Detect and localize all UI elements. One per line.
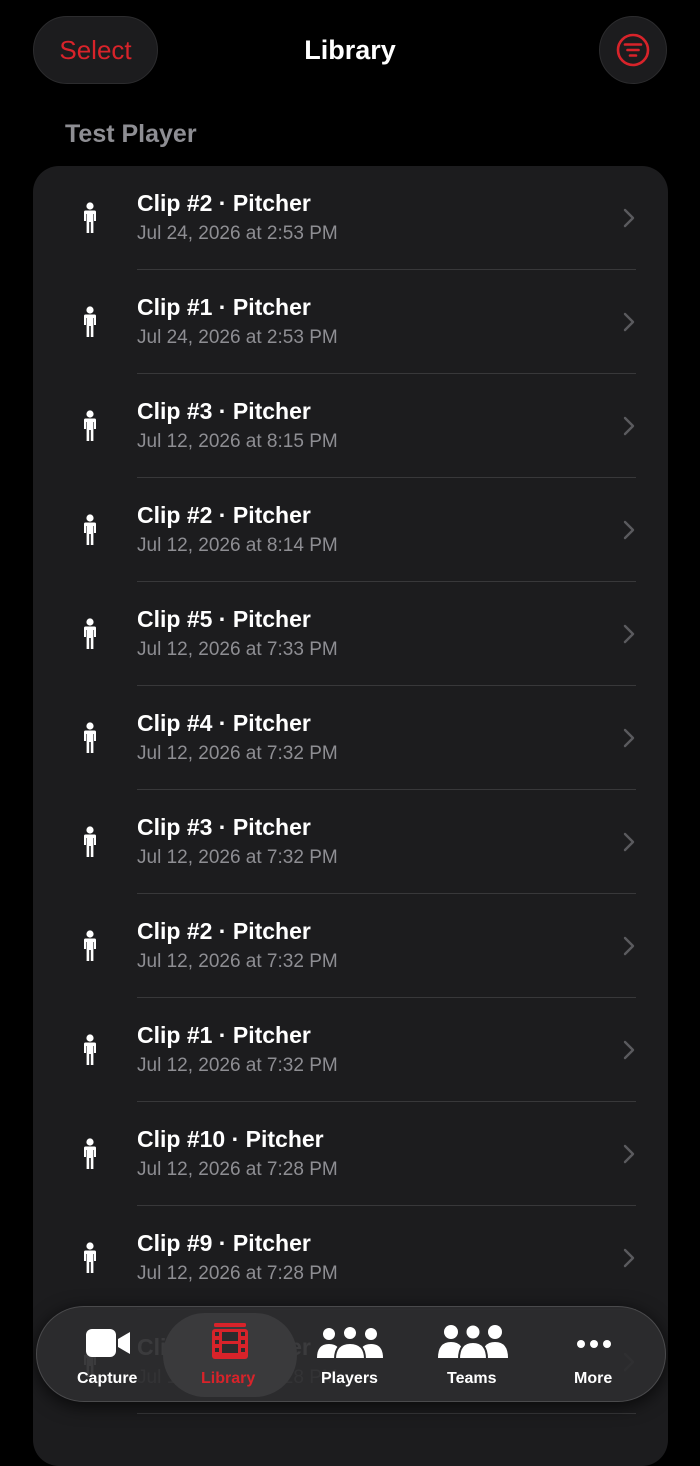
chevron-right-icon (623, 416, 635, 436)
chevron-right-icon (623, 1248, 635, 1268)
tab-more-label: More (574, 1370, 613, 1387)
filter-button[interactable] (599, 16, 667, 84)
clip-list-item[interactable]: Clip #5 · Pitcher Jul 12, 2026 at 7:33 PM (33, 582, 668, 686)
clip-list-item[interactable]: Clip #10 · Pitcher Jul 12, 2026 at 7:28 P… (33, 1102, 668, 1206)
filter-icon (616, 33, 650, 67)
chevron-right-icon (623, 936, 635, 956)
person-standing-icon (84, 514, 96, 545)
chevron-right-icon (623, 1144, 635, 1164)
clip-title: Clip #10 · Pitcher (137, 1126, 324, 1152)
clip-list-item[interactable]: Clip #2 · Pitcher Jul 12, 2026 at 8:14 PM (33, 478, 668, 582)
clip-date: Jul 12, 2026 at 7:32 PM (137, 951, 338, 972)
tab-library-label: Library (201, 1370, 256, 1387)
clip-title: Clip #5 · Pitcher (137, 606, 311, 632)
page-title: Library (304, 35, 396, 65)
clip-list-item[interactable]: Clip #4 · Pitcher Jul 12, 2026 at 7:32 PM (33, 686, 668, 790)
clip-title: Clip #2 · Pitcher (137, 190, 311, 216)
navigation-bar: Select Library (0, 0, 700, 100)
clip-title: Clip #1 · Pitcher (137, 1022, 311, 1048)
clip-title: Clip #4 · Pitcher (137, 710, 311, 736)
chevron-right-icon (623, 520, 635, 540)
chevron-right-icon (623, 208, 635, 228)
tab-more[interactable]: More (561, 1307, 627, 1401)
chevron-right-icon (623, 312, 635, 332)
clip-date: Jul 24, 2026 at 2:53 PM (137, 327, 338, 348)
person-standing-icon (84, 722, 96, 753)
clip-title: Clip #3 · Pitcher (137, 398, 311, 424)
tab-capture[interactable]: Capture (67, 1307, 149, 1401)
clip-date: Jul 12, 2026 at 7:28 PM (137, 1159, 338, 1180)
person-standing-icon (84, 930, 96, 961)
chevron-right-icon (623, 1040, 635, 1060)
clip-list-item[interactable]: Clip #2 · Pitcher Jul 12, 2026 at 7:32 PM (33, 894, 668, 998)
chevron-right-icon (623, 728, 635, 748)
tab-players-label: Players (321, 1370, 378, 1387)
person-standing-icon (84, 306, 96, 337)
tab-players[interactable]: Players (307, 1307, 393, 1401)
chevron-right-icon (623, 832, 635, 852)
row-separator (137, 1413, 636, 1414)
clip-list-item[interactable]: Clip #3 · Pitcher Jul 12, 2026 at 8:15 PM (33, 374, 668, 478)
person-standing-icon (84, 826, 96, 857)
clip-list-item[interactable]: Clip #9 · Pitcher Jul 12, 2026 at 7:28 PM (33, 1206, 668, 1310)
section-header: Test Player (65, 120, 197, 148)
chevron-right-icon (623, 624, 635, 644)
clip-title: Clip #1 · Pitcher (137, 294, 311, 320)
film-icon (212, 1323, 248, 1359)
ellipsis-icon (577, 1340, 611, 1348)
clip-list: Clip #2 · Pitcher Jul 24, 2026 at 2:53 PM… (33, 166, 668, 1466)
tab-teams-label: Teams (447, 1370, 497, 1387)
person-standing-icon (84, 1034, 96, 1065)
tab-teams[interactable]: Teams (435, 1307, 511, 1401)
clip-list-item[interactable]: Clip #2 · Pitcher Jul 24, 2026 at 2:53 PM (33, 166, 668, 270)
clip-date: Jul 12, 2026 at 8:14 PM (137, 535, 338, 556)
person-standing-icon (84, 1138, 96, 1169)
clip-date: Jul 12, 2026 at 7:32 PM (137, 847, 338, 868)
person-standing-icon (84, 202, 96, 233)
clip-date: Jul 12, 2026 at 8:15 PM (137, 431, 338, 452)
clip-title: Clip #2 · Pitcher (137, 918, 311, 944)
person-standing-icon (84, 618, 96, 649)
tab-bar: Capture Library Players Teams More (36, 1306, 666, 1402)
clip-title: Clip #3 · Pitcher (137, 814, 311, 840)
clip-date: Jul 12, 2026 at 7:32 PM (137, 743, 338, 764)
video-camera-icon (86, 1329, 130, 1357)
clip-date: Jul 12, 2026 at 7:33 PM (137, 639, 338, 660)
clip-list-item[interactable]: Clip #1 · Pitcher Jul 12, 2026 at 7:32 PM (33, 998, 668, 1102)
clip-title: Clip #2 · Pitcher (137, 502, 311, 528)
tab-capture-label: Capture (77, 1370, 138, 1387)
tab-library[interactable]: Library (177, 1307, 283, 1401)
clip-list-item[interactable]: Clip #3 · Pitcher Jul 12, 2026 at 7:32 PM (33, 790, 668, 894)
person-standing-icon (84, 1242, 96, 1273)
person-3-icon (317, 1325, 383, 1359)
person-standing-icon (84, 410, 96, 441)
person-3-fill-icon (438, 1323, 508, 1359)
clip-list-item[interactable]: Clip #1 · Pitcher Jul 24, 2026 at 2:53 PM (33, 270, 668, 374)
clip-title: Clip #9 · Pitcher (137, 1230, 311, 1256)
clip-date: Jul 24, 2026 at 2:53 PM (137, 223, 338, 244)
clip-date: Jul 12, 2026 at 7:32 PM (137, 1055, 338, 1076)
clip-date: Jul 12, 2026 at 7:28 PM (137, 1263, 338, 1284)
